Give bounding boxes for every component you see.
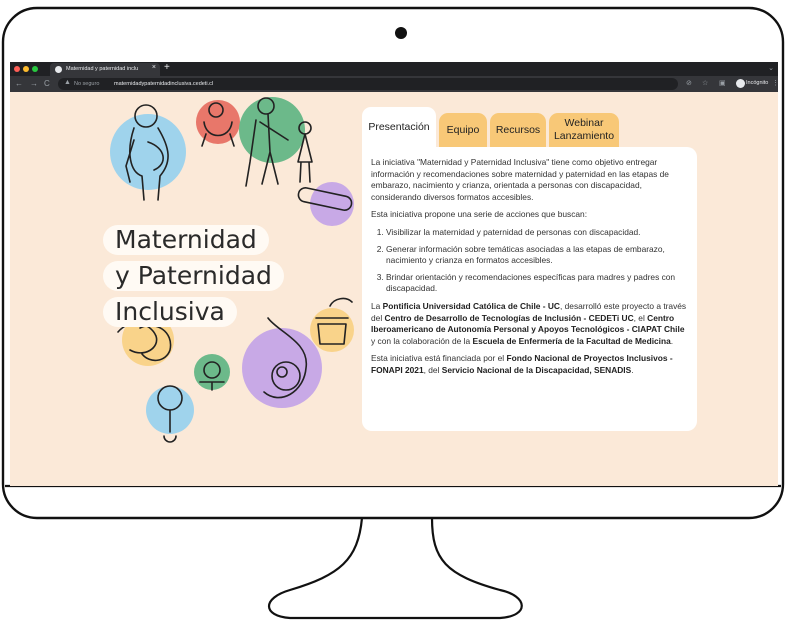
- close-tab-icon[interactable]: ×: [152, 64, 156, 71]
- forward-button[interactable]: →: [30, 79, 38, 88]
- new-tab-button[interactable]: +: [164, 62, 170, 73]
- sidebar-icon[interactable]: ▣: [719, 79, 726, 87]
- monitor-stand: [268, 517, 523, 620]
- tab-webinar-lanzamiento[interactable]: Webinar Lanzamiento: [549, 113, 619, 147]
- baby-food-icon: [310, 297, 354, 352]
- family-icon: [239, 97, 313, 187]
- maximize-window-button[interactable]: [32, 66, 38, 72]
- tab-presentacion[interactable]: Presentación: [362, 107, 436, 147]
- pregnancy-test-icon: [297, 182, 354, 226]
- minimize-window-button[interactable]: [23, 66, 29, 72]
- address-bar-row: ← → C ▲ No seguro maternidadypaternidadi…: [10, 76, 778, 92]
- hero-title-line-2: y Paternidad: [103, 261, 284, 291]
- list-item: Brindar orientación y recomendaciones es…: [386, 272, 689, 295]
- list-item: Visibilizar la maternidad y paternidad d…: [386, 227, 689, 239]
- more-menu-icon[interactable]: ⋮: [772, 79, 778, 87]
- browser-tab-bar: Maternidad y paternidad inclu × + ⌄: [10, 62, 778, 76]
- fetus-icon: [242, 317, 322, 408]
- insecure-label: No seguro: [74, 81, 100, 87]
- baby-icon: [196, 100, 240, 147]
- intro-paragraph: La iniciativa "Maternidad y Paternidad I…: [371, 157, 669, 202]
- rattle-icon: [146, 385, 194, 443]
- actions-list: Visibilizar la maternidad y paternidad d…: [371, 227, 689, 295]
- funding-paragraph: Esta iniciativa está financiada por el F…: [371, 353, 673, 375]
- eye-off-icon[interactable]: ⊘: [686, 79, 692, 87]
- reload-button[interactable]: C: [44, 79, 50, 88]
- lock-warning-icon[interactable]: ▲: [64, 79, 71, 86]
- pacifier-icon: [194, 354, 230, 391]
- web-page: Maternidad y Paternidad Inclusiva Presen…: [10, 92, 778, 486]
- tab-webinar-label: Webinar Lanzamiento: [553, 117, 615, 142]
- camera-icon: [395, 27, 407, 39]
- tab-title: Maternidad y paternidad inclu: [66, 66, 139, 72]
- url-field[interactable]: ▲ No seguro maternidadypaternidadinclusi…: [58, 78, 678, 90]
- hero-title-line-1: Maternidad: [103, 225, 269, 255]
- tab-equipo[interactable]: Equipo: [439, 113, 487, 147]
- url-text: maternidadypaternidadinclusiva.cedeti.cl: [114, 81, 214, 87]
- developers-paragraph: La Pontificia Universidad Católica de Ch…: [371, 300, 687, 346]
- chrome-icon: [55, 66, 62, 73]
- list-item: Generar información sobre temáticas asoc…: [386, 244, 689, 267]
- browser-tab[interactable]: Maternidad y paternidad inclu ×: [50, 63, 160, 76]
- back-button[interactable]: ←: [15, 79, 23, 88]
- presentation-card: La iniciativa "Maternidad y Paternidad I…: [362, 147, 697, 431]
- close-window-button[interactable]: [14, 66, 20, 72]
- pregnant-person-icon: [110, 104, 186, 201]
- actions-lead: Esta iniciativa propone una serie de acc…: [371, 209, 588, 220]
- incognito-label: Incógnito: [746, 80, 769, 86]
- browser-screen: Maternidad y paternidad inclu × + ⌄ ← → …: [10, 62, 778, 486]
- tab-recursos[interactable]: Recursos: [490, 113, 546, 147]
- hero-title-line-3: Inclusiva: [103, 297, 237, 327]
- chevron-down-icon[interactable]: ⌄: [768, 64, 774, 72]
- star-icon[interactable]: ☆: [702, 79, 708, 87]
- incognito-icon[interactable]: [736, 79, 745, 88]
